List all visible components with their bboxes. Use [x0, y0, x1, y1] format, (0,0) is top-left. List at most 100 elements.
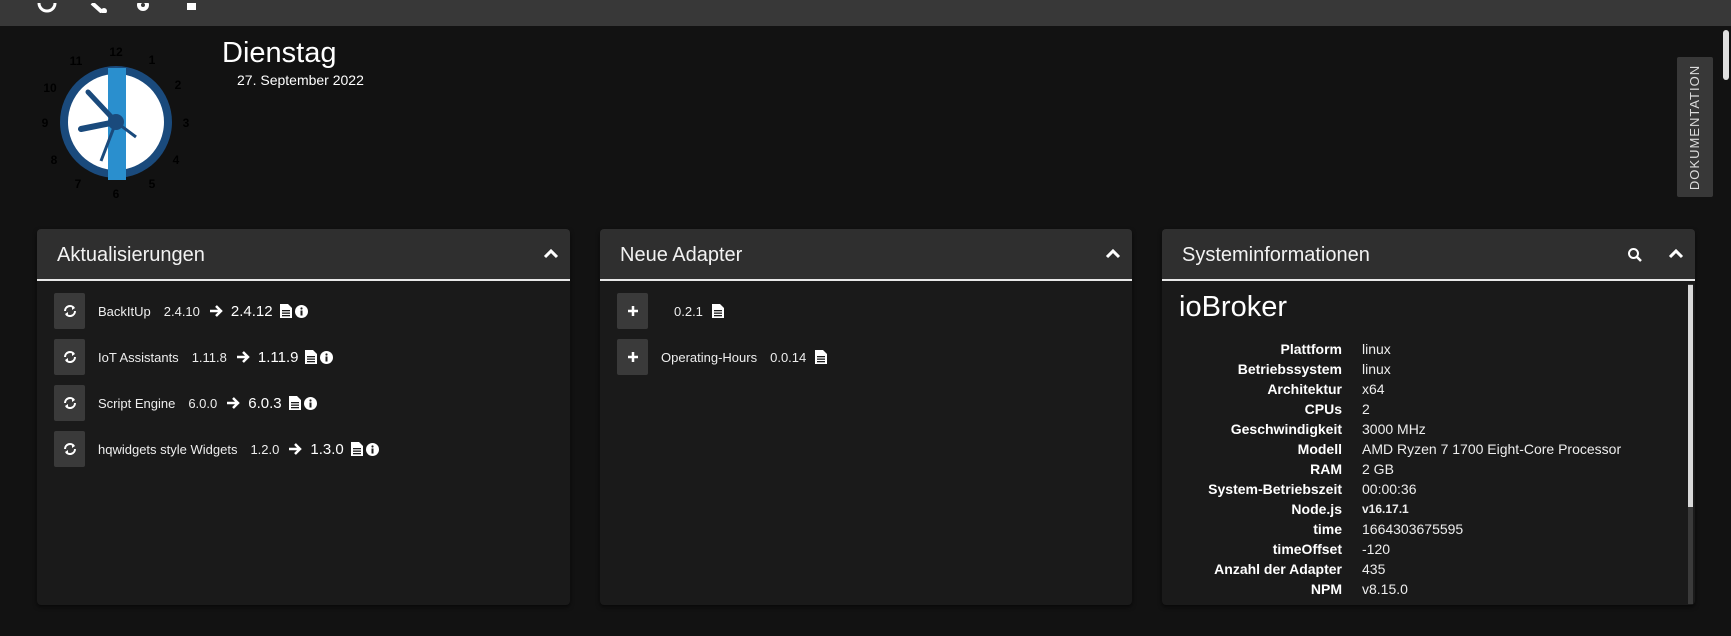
date-text: 27. September 2022: [237, 72, 364, 88]
changelog-icon[interactable]: [305, 350, 318, 364]
clock-numeral: 10: [43, 81, 57, 95]
info-key: timeOffset: [1272, 541, 1342, 557]
info-value: -120: [1362, 541, 1391, 557]
info-row: Betriebssystem linux: [1162, 359, 1682, 379]
top-toolbar: [0, 0, 1731, 26]
info-row: timeOffset -120: [1162, 539, 1682, 559]
readme-icon[interactable]: [815, 350, 828, 364]
collapse-icon[interactable]: [542, 245, 560, 263]
page-scrollbar-thumb[interactable]: [1723, 30, 1729, 80]
system-info-scrollbar-thumb[interactable]: [1688, 285, 1693, 507]
collapse-icon[interactable]: [1104, 245, 1122, 263]
info-value: 435: [1362, 561, 1386, 577]
update-row: IoT Assistants 1.11.8 1.11.9: [54, 339, 334, 375]
arrow-right-icon: [289, 443, 303, 455]
info-row: RAM 2 GB: [1162, 459, 1682, 479]
update-button[interactable]: [54, 293, 85, 329]
clock-numeral: 11: [70, 54, 83, 68]
refresh-icon: [63, 305, 76, 317]
system-info-panel: Systeminformationen ioBroker Plattform li…: [1162, 229, 1695, 605]
install-button[interactable]: [617, 293, 648, 329]
new-version: 6.0.3: [248, 394, 282, 412]
refresh-icon[interactable]: [36, 0, 58, 13]
installed-version: 1.11.8: [191, 349, 227, 365]
gear-icon[interactable]: [132, 0, 154, 11]
clock-numeral: 6: [113, 187, 120, 201]
info-row: System-Betriebszeit 00:00:36: [1162, 479, 1682, 499]
info-key: Modell: [1297, 441, 1342, 457]
info-row: Modell AMD Ryzen 7 1700 Eight-Core Proces…: [1162, 439, 1682, 459]
clock-numeral: 7: [75, 177, 82, 191]
adapter-name: hqwidgets style Widgets: [98, 441, 238, 457]
updates-title: Aktualisierungen: [57, 244, 205, 266]
info-icon[interactable]: [320, 350, 334, 364]
update-button[interactable]: [54, 431, 85, 467]
info-key: Node.js: [1291, 501, 1342, 517]
refresh-icon: [63, 443, 76, 455]
info-value: linux: [1362, 341, 1391, 357]
day-title: Dienstag: [222, 37, 337, 69]
info-icon[interactable]: [365, 442, 379, 456]
plus-icon: [627, 306, 638, 316]
system-info-title: Systeminformationen: [1182, 244, 1370, 266]
wrench-icon[interactable]: [88, 0, 110, 14]
system-heading: ioBroker: [1179, 291, 1287, 323]
system-info-table: Plattform linux Betriebssystem linux Archi…: [1162, 339, 1682, 599]
info-value: 1664303675595: [1362, 521, 1464, 537]
clock-numeral: 4: [173, 153, 180, 167]
info-icon[interactable]: [294, 304, 308, 318]
new-adapters-title: Neue Adapter: [620, 244, 743, 266]
info-value: AMD Ryzen 7 1700 Eight-Core Processor: [1362, 441, 1622, 457]
update-row: BackItUp 2.4.10 2.4.12: [54, 293, 308, 329]
clock-numeral: 8: [51, 153, 58, 167]
page-scrollbar[interactable]: [1721, 26, 1731, 636]
install-button[interactable]: [617, 339, 648, 375]
update-button[interactable]: [54, 385, 85, 421]
adapter-name: Operating-Hours: [661, 349, 758, 365]
info-key: Geschwindigkeit: [1230, 421, 1342, 437]
adapter-version: 0.0.14: [770, 349, 807, 365]
changelog-icon[interactable]: [288, 396, 301, 410]
refresh-icon: [63, 351, 76, 363]
info-icon[interactable]: [303, 396, 317, 410]
changelog-icon[interactable]: [350, 442, 363, 456]
adapter-version: 0.2.1: [674, 303, 703, 319]
info-key: System-Betriebszeit: [1208, 481, 1342, 497]
info-value: 2: [1362, 401, 1370, 417]
clock-numeral: 2: [175, 78, 182, 92]
info-key: CPUs: [1304, 401, 1342, 417]
collapse-icon[interactable]: [1667, 245, 1685, 263]
new-adapters-panel: Neue Adapter 0.2.1 Operating-Hours 0.0.1…: [600, 229, 1132, 605]
info-row: Anzahl der Adapter 435: [1162, 559, 1682, 579]
info-key: time: [1313, 521, 1342, 537]
documentation-tab[interactable]: DOKUMENTATION: [1677, 57, 1713, 197]
info-key: Anzahl der Adapter: [1214, 561, 1342, 577]
info-row: NPM v8.15.0: [1162, 579, 1682, 599]
info-value: v16.17.1: [1362, 502, 1409, 516]
arrow-right-icon: [209, 305, 223, 317]
info-row: Node.js v16.17.1: [1162, 499, 1682, 519]
info-value: linux: [1362, 361, 1391, 377]
file-icon[interactable]: [182, 0, 204, 10]
new-adapter-row: Operating-Hours 0.0.14: [617, 339, 830, 375]
clock-numeral: 9: [42, 116, 49, 130]
installed-version: 2.4.10: [163, 303, 200, 319]
changelog-icon[interactable]: [279, 304, 292, 318]
new-adapters-header: Neue Adapter: [600, 229, 1132, 281]
update-row: hqwidgets style Widgets 1.2.0 1.3.0: [54, 431, 379, 467]
adapter-name: Script Engine: [98, 395, 176, 411]
arrow-right-icon: [236, 351, 250, 363]
documentation-label: DOKUMENTATION: [1687, 64, 1703, 190]
installed-version: 6.0.0: [188, 395, 218, 411]
readme-icon[interactable]: [711, 304, 724, 318]
info-key: Architektur: [1267, 381, 1342, 397]
clock-numeral: 12: [109, 45, 123, 59]
info-row: Geschwindigkeit 3000 MHz: [1162, 419, 1682, 439]
new-version: 1.3.0: [310, 440, 344, 458]
new-version: 1.11.9: [257, 348, 299, 366]
search-icon[interactable]: [1627, 247, 1643, 263]
info-key: RAM: [1310, 461, 1342, 477]
new-version: 2.4.12: [230, 302, 273, 320]
update-button[interactable]: [54, 339, 85, 375]
refresh-icon: [63, 397, 76, 409]
